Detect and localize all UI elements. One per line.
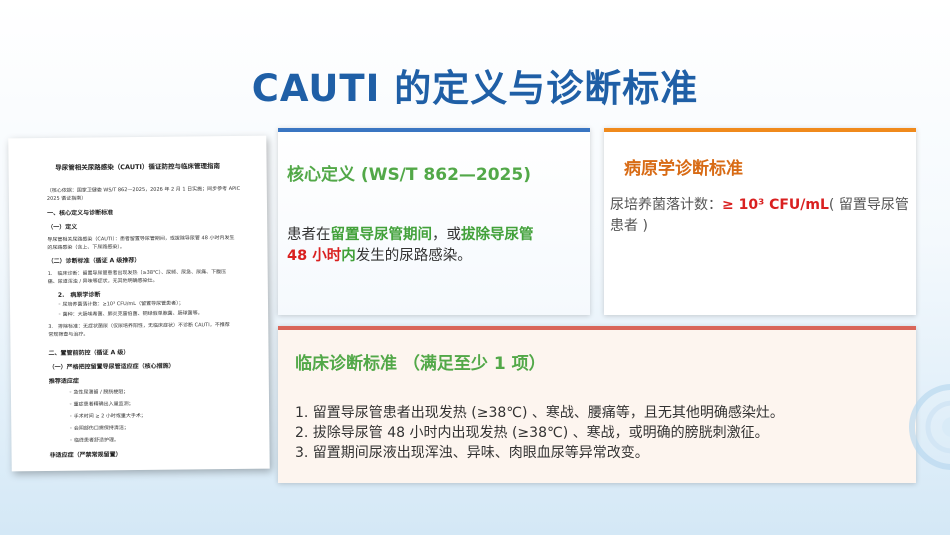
text-segment: ，或 xyxy=(432,227,461,243)
highlight-indwelling: 留置导尿管期间 xyxy=(330,227,433,243)
document-subheading: （二）诊断标准（循证 A 级推荐） xyxy=(47,256,141,265)
clinical-diagnosis-heading: 临床诊断标准 （满足至少 1 项） xyxy=(295,354,546,374)
document-line: ◦ 会阴部伤口需保持清洁； xyxy=(69,425,129,432)
pathogen-diagnosis-card: 病原学诊断标准 尿培养菌落计数：≥ 10³ CFU/mL( 留置导尿管患者 ) xyxy=(604,128,916,315)
highlight-removal: 拔除导尿管 xyxy=(461,227,534,243)
pathogen-diagnosis-heading: 病原学诊断标准 xyxy=(624,159,743,179)
document-line: ◦ 尿培养菌落计数：≥10³ CFU/mL（留置导尿管患者）； xyxy=(57,300,184,308)
document-line: 的尿路感染（含上、下尿路感染）。 xyxy=(47,244,125,251)
text-segment: 尿培养菌落计数： xyxy=(610,197,722,213)
document-line: 推荐适应症 xyxy=(48,377,79,385)
document-line: ◦ 重症患者精确出入量监测； xyxy=(69,401,134,408)
document-subheading: （一）严格把控留置导尿管适应症（核心措施） xyxy=(48,362,175,371)
document-line: 常规筛查与治疗。 xyxy=(48,331,89,338)
text-segment: 患者在 xyxy=(287,227,331,243)
highlight-within: 内 xyxy=(341,248,356,264)
document-title: 导尿管相关尿路感染（CAUTI）循证防控与临床管理指南 xyxy=(55,162,220,172)
document-heading: 一、核心定义与诊断标准 xyxy=(47,209,114,217)
clinical-criterion-2: 2. 拔除导尿管 48 小时内出现发热 (≥38℃) 、寒战，或明确的膀胱刺激征… xyxy=(295,425,769,441)
core-definition-text: 患者在留置导尿管期间，或拔除导尿管 48 小时内发生的尿路感染。 xyxy=(287,225,577,267)
document-line: 非适应症（严禁常规留置） xyxy=(49,451,122,459)
clinical-criterion-3: 3. 留置期间尿液出现浑浊、异味、肉眼血尿等异常改变。 xyxy=(295,445,649,461)
clinical-criterion-1: 1. 留置导尿管患者出现发热 (≥38℃) 、寒战、腰痛等，且无其他明确感染灶。 xyxy=(295,405,784,421)
document-line: 2. 病原学诊断 xyxy=(57,291,101,299)
guideline-document-thumbnail: 导尿管相关尿路感染（CAUTI）循证防控与临床管理指南 （核心依据：国家卫健委 … xyxy=(8,135,270,472)
document-line: ◦ 手术时间 ≥ 2 小时或重大手术； xyxy=(69,412,146,420)
slide-title: CAUTI 的定义与诊断标准 xyxy=(251,67,699,110)
document-line: 痛、尿道浑浊 / 异味等症状，无其他明确感染灶。 xyxy=(47,277,158,285)
document-line: 2025 循证指南） xyxy=(46,195,87,202)
highlight-48-hours: 48 小时 xyxy=(287,248,342,264)
document-line: ◦ 临终患者舒适护理。 xyxy=(69,437,120,444)
document-line: ◦ 急性尿潴留 / 膀胱梗阻； xyxy=(68,389,129,396)
highlight-cfu-threshold: ≥ 10³ CFU/mL xyxy=(722,197,829,213)
core-definition-card: 核心定义 (WS/T 862—2025) 患者在留置导尿管期间，或拔除导尿管 48… xyxy=(278,128,590,315)
document-line: ◦ 菌种：大肠埃希菌、肺炎克雷伯菌、铜绿假单胞菌、肠球菌等。 xyxy=(58,310,203,318)
core-definition-heading: 核心定义 (WS/T 862—2025) xyxy=(287,165,531,185)
text-segment: 发生的尿路感染。 xyxy=(355,248,472,264)
pathogen-diagnosis-text: 尿培养菌落计数：≥ 10³ CFU/mL( 留置导尿管患者 ) xyxy=(610,195,912,237)
decorative-circles-icon xyxy=(909,384,950,470)
document-subheading: （一）定义 xyxy=(47,223,78,231)
clinical-diagnosis-card: 临床诊断标准 （满足至少 1 项） 1. 留置导尿管患者出现发热 (≥38℃) … xyxy=(278,326,916,483)
document-heading: 二、置管前防控（循证 A 级） xyxy=(48,349,130,357)
